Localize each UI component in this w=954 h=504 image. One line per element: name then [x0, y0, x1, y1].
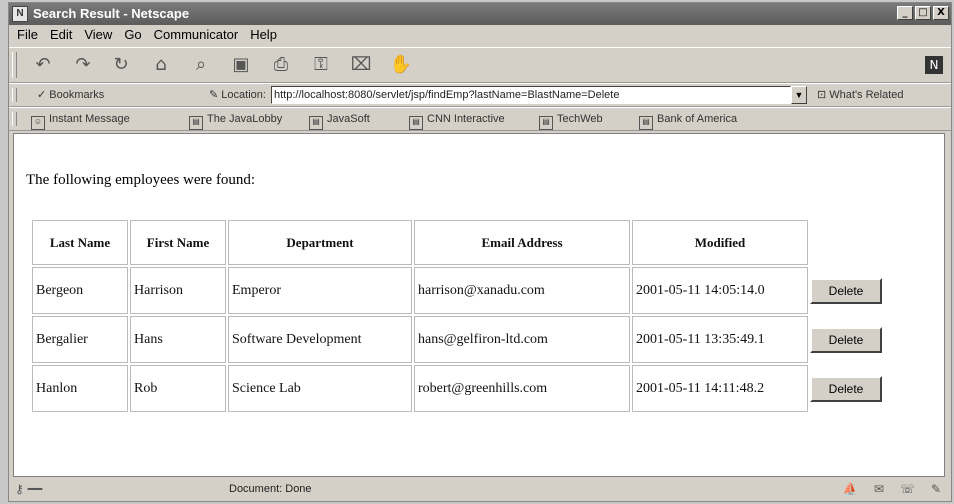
- delete-button[interactable]: Delete: [810, 375, 882, 402]
- home-icon[interactable]: ⌂: [149, 53, 173, 77]
- table-row: Hanlon Rob Science Lab robert@greenhills…: [32, 365, 888, 412]
- cell-action: Delete: [810, 316, 888, 363]
- bookmark-icon: ▤: [639, 116, 653, 130]
- discussion-icon[interactable]: ☏: [900, 482, 915, 496]
- status-bar: ⚷ ━━ Document: Done ⛵ ✉ ☏ ✎: [9, 479, 951, 501]
- minimize-button[interactable]: _: [897, 6, 913, 20]
- cell-department: Emperor: [228, 267, 412, 314]
- personal-toolbar: ☺ Instant Message ▤ The JavaLobby ▤ JavaSof…: [9, 107, 951, 131]
- header-first-name: First Name: [130, 220, 226, 265]
- url-input[interactable]: http://localhost:8080/servlet/jsp/findEm…: [271, 86, 791, 104]
- cell-first-name: Hans: [130, 316, 226, 363]
- cell-email: hans@gelfiron-ltd.com: [414, 316, 630, 363]
- delete-button[interactable]: Delete: [810, 326, 882, 353]
- bookmark-icon: ▤: [189, 116, 203, 130]
- toolbar-grip[interactable]: [12, 52, 17, 78]
- url-dropdown-icon[interactable]: ▼: [791, 86, 807, 104]
- cell-department: Science Lab: [228, 365, 412, 412]
- bookmark-bank-of-america[interactable]: ▤ Bank of America: [639, 113, 737, 130]
- bookmark-icon: ▤: [309, 116, 323, 130]
- table-header-row: Last Name First Name Department Email Ad…: [32, 220, 888, 265]
- back-icon[interactable]: ↶: [31, 53, 55, 77]
- header-last-name: Last Name: [32, 220, 128, 265]
- mail-icon[interactable]: ✉: [874, 482, 884, 496]
- security-lock-icon[interactable]: ⚷ ━━: [15, 482, 42, 496]
- bookmark-icon: ▤: [539, 116, 553, 130]
- menu-bar: File Edit View Go Communicator Help: [9, 25, 951, 45]
- cell-department: Software Development: [228, 316, 412, 363]
- menu-file[interactable]: File: [17, 25, 38, 45]
- whats-related-button[interactable]: ⊡ What's Related: [817, 88, 904, 101]
- table-row: Bergeon Harrison Emperor harrison@xanadu…: [32, 267, 888, 314]
- cell-action: Delete: [810, 267, 888, 314]
- page-content[interactable]: The following employees were found: Last…: [13, 133, 945, 477]
- header-email: Email Address: [414, 220, 630, 265]
- cell-modified: 2001-05-11 13:35:49.1: [632, 316, 808, 363]
- cell-first-name: Harrison: [130, 267, 226, 314]
- employee-table: Last Name First Name Department Email Ad…: [30, 218, 890, 414]
- cell-last-name: Bergalier: [32, 316, 128, 363]
- menu-view[interactable]: View: [84, 25, 112, 45]
- netscape-icon: N: [12, 6, 28, 22]
- cell-action: Delete: [810, 365, 888, 412]
- menu-help[interactable]: Help: [250, 25, 277, 45]
- window-title: Search Result - Netscape: [33, 6, 190, 21]
- bookmark-icon: ▤: [409, 116, 423, 130]
- table-row: Bergalier Hans Software Development hans…: [32, 316, 888, 363]
- menu-communicator[interactable]: Communicator: [154, 25, 239, 45]
- shop-icon[interactable]: ⌧: [349, 53, 373, 77]
- delete-button[interactable]: Delete: [810, 277, 882, 304]
- cell-last-name: Bergeon: [32, 267, 128, 314]
- close-button[interactable]: X: [933, 6, 949, 20]
- menu-go[interactable]: Go: [124, 25, 141, 45]
- bookmark-javasoft[interactable]: ▤ JavaSoft: [309, 113, 370, 130]
- location-toolbar: ✓ Bookmarks ✎ Location: http://localhost…: [9, 83, 951, 107]
- cell-email: harrison@xanadu.com: [414, 267, 630, 314]
- component-bar: ⛵ ✉ ☏ ✎: [843, 482, 941, 496]
- netscape-throbber-icon[interactable]: N: [925, 56, 943, 74]
- related-icon: ⊡: [817, 89, 830, 101]
- composer-icon[interactable]: ✎: [931, 482, 941, 496]
- reload-icon[interactable]: ↻: [109, 53, 133, 77]
- netscape-guide-icon[interactable]: ▣: [229, 53, 253, 77]
- search-icon[interactable]: ⌕: [189, 53, 213, 77]
- toolbar-grip[interactable]: [12, 112, 17, 126]
- cell-modified: 2001-05-11 14:05:14.0: [632, 267, 808, 314]
- header-department: Department: [228, 220, 412, 265]
- bookmark-instant-message[interactable]: ☺ Instant Message: [31, 113, 130, 130]
- header-modified: Modified: [632, 220, 808, 265]
- bookmarks-button[interactable]: ✓ Bookmarks: [37, 88, 104, 101]
- browser-window: N Search Result - Netscape _ □ X File Ed…: [8, 2, 952, 502]
- page-proxy-icon[interactable]: ✎: [209, 89, 221, 101]
- status-text: Document: Done: [229, 483, 312, 495]
- security-icon[interactable]: ⚿: [309, 53, 333, 77]
- location-label: ✎ Location:: [209, 89, 266, 101]
- stop-icon[interactable]: ✋: [389, 53, 413, 77]
- cell-email: robert@greenhills.com: [414, 365, 630, 412]
- cell-modified: 2001-05-11 14:11:48.2: [632, 365, 808, 412]
- header-spacer: [810, 220, 888, 265]
- cell-first-name: Rob: [130, 365, 226, 412]
- maximize-button[interactable]: □: [915, 6, 931, 20]
- menu-edit[interactable]: Edit: [50, 25, 72, 45]
- bookmark-cnn-interactive[interactable]: ▤ CNN Interactive: [409, 113, 505, 130]
- navigator-icon[interactable]: ⛵: [843, 482, 858, 496]
- bookmarks-icon: ✓: [37, 89, 50, 101]
- print-icon[interactable]: ⎙: [269, 53, 293, 77]
- navigation-toolbar: ↶ ↷ ↻ ⌂ ⌕ ▣ ⎙ ⚿ ⌧ ✋ N: [9, 47, 951, 83]
- title-bar: N Search Result - Netscape _ □ X: [9, 3, 951, 25]
- person-icon: ☺: [31, 116, 45, 130]
- cell-last-name: Hanlon: [32, 365, 128, 412]
- forward-icon[interactable]: ↷: [71, 53, 95, 77]
- toolbar-grip[interactable]: [12, 88, 17, 102]
- bookmark-javalobby[interactable]: ▤ The JavaLobby: [189, 113, 282, 130]
- results-heading: The following employees were found:: [26, 172, 256, 188]
- bookmark-techweb[interactable]: ▤ TechWeb: [539, 113, 603, 130]
